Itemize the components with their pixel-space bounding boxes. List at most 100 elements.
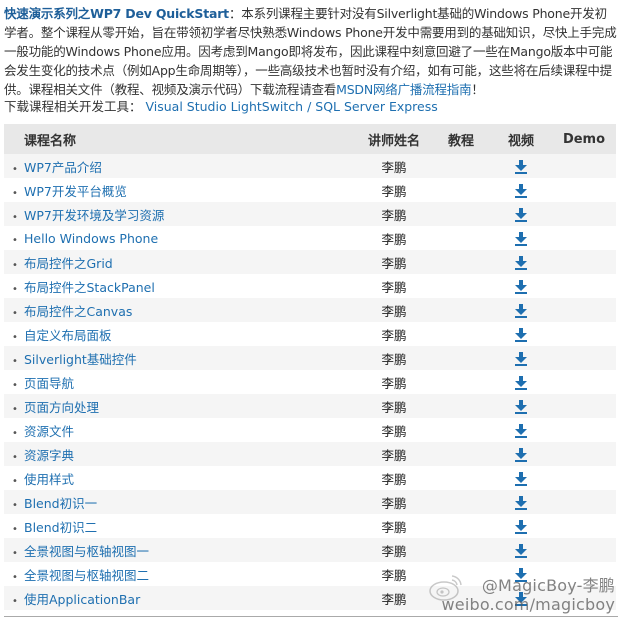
bullet-icon: • <box>12 307 18 319</box>
course-link[interactable]: WP7产品介绍 <box>24 160 102 175</box>
video-cell <box>490 154 552 178</box>
video-download-button[interactable] <box>515 518 527 534</box>
demo-cell <box>552 418 616 442</box>
course-name-cell: • Silverlight基础控件 <box>4 346 356 370</box>
header-tutorial: 教程 <box>447 133 474 149</box>
course-link[interactable]: 布局控件之Grid <box>24 256 113 271</box>
download-arrow-icon <box>515 327 527 342</box>
lecturer-cell: 李鹏 <box>381 543 407 559</box>
course-link[interactable]: 全景视图与枢轴视图二 <box>24 568 149 583</box>
course-name-cell: • 全景视图与枢轴视图一 <box>4 538 356 562</box>
lightswitch-link[interactable]: Visual Studio LightSwitch <box>146 99 304 114</box>
course-link[interactable]: Silverlight基础控件 <box>24 352 137 367</box>
table-row: • WP7开发环境及学习资源 李鹏 <box>4 202 616 226</box>
sql-server-express-link[interactable]: SQL Server Express <box>315 99 438 114</box>
bullet-icon: • <box>12 283 18 295</box>
tutorial-cell <box>432 298 490 322</box>
tutorial-cell <box>432 442 490 466</box>
table-row: • Blend初识二 李鹏 <box>4 514 616 538</box>
tutorial-cell <box>432 346 490 370</box>
bullet-icon: • <box>12 547 18 559</box>
header-course-name: 课程名称 <box>24 133 77 149</box>
course-link[interactable]: WP7开发环境及学习资源 <box>24 208 164 223</box>
dev-tools-label: 下载课程相关开发工具： <box>4 99 142 114</box>
video-cell <box>490 466 552 490</box>
bullet-icon: • <box>12 259 18 271</box>
course-link[interactable]: 使用样式 <box>24 472 74 487</box>
course-link[interactable]: 全景视图与枢轴视图一 <box>24 544 149 559</box>
demo-cell <box>552 346 616 370</box>
course-link[interactable]: Blend初识二 <box>24 520 97 535</box>
course-link[interactable]: 布局控件之Canvas <box>24 304 132 319</box>
course-link[interactable]: 布局控件之StackPanel <box>24 280 155 295</box>
video-download-button[interactable] <box>515 254 527 270</box>
lecturer-cell: 李鹏 <box>381 447 407 463</box>
course-link[interactable]: 页面导航 <box>24 376 74 391</box>
table-row: • 资源文件 李鹏 <box>4 418 616 442</box>
tutorial-cell <box>432 514 490 538</box>
video-download-button[interactable] <box>515 326 527 342</box>
table-row: • 自定义布局面板 李鹏 <box>4 322 616 346</box>
table-row: • 资源字典 李鹏 <box>4 442 616 466</box>
demo-cell <box>552 370 616 394</box>
video-cell <box>490 442 552 466</box>
table-row: • Silverlight基础控件 李鹏 <box>4 346 616 370</box>
download-arrow-icon <box>515 543 527 558</box>
video-download-button[interactable] <box>515 398 527 414</box>
video-download-button[interactable] <box>515 206 527 222</box>
video-download-button[interactable] <box>515 230 527 246</box>
intro-end-mark: ！ <box>471 82 484 97</box>
lecturer-cell: 李鹏 <box>381 303 407 319</box>
demo-cell <box>552 538 616 562</box>
lecturer-cell: 李鹏 <box>381 567 407 583</box>
header-demo: Demo <box>562 131 606 147</box>
video-download-button[interactable] <box>515 302 527 318</box>
course-link[interactable]: WP7开发平台概览 <box>24 184 127 199</box>
dev-tools-line: 下载课程相关开发工具： Visual Studio LightSwitch / … <box>4 96 438 115</box>
tutorial-cell <box>432 418 490 442</box>
video-download-button[interactable] <box>515 470 527 486</box>
course-link[interactable]: 资源文件 <box>24 424 74 439</box>
video-download-button[interactable] <box>515 542 527 558</box>
msdn-guide-link[interactable]: MSDN网络广播流程指南 <box>336 82 471 97</box>
watermark-url: weibo.com/magicboy <box>441 595 615 614</box>
course-link[interactable]: Blend初识一 <box>24 496 97 511</box>
video-download-button[interactable] <box>515 494 527 510</box>
video-download-button[interactable] <box>515 158 527 174</box>
course-link[interactable]: 自定义布局面板 <box>24 328 112 343</box>
bullet-icon: • <box>12 187 18 199</box>
tutorial-cell <box>432 274 490 298</box>
video-cell <box>490 250 552 274</box>
lecturer-cell: 李鹏 <box>381 207 407 223</box>
lecturer-cell: 李鹏 <box>381 327 407 343</box>
bullet-icon: • <box>12 355 18 367</box>
bottom-divider <box>4 616 618 617</box>
video-cell <box>490 202 552 226</box>
course-name-cell: • 页面导航 <box>4 370 356 394</box>
video-download-button[interactable] <box>515 350 527 366</box>
demo-cell <box>552 202 616 226</box>
course-table: 课程名称 讲师姓名 教程 视频 Demo • WP7产品介绍李鹏 • WP7开发平台概… <box>4 124 616 610</box>
course-name-cell: • 布局控件之Canvas <box>4 298 356 322</box>
video-download-button[interactable] <box>515 374 527 390</box>
table-header-row: 课程名称 讲师姓名 教程 视频 Demo <box>4 124 616 154</box>
course-link[interactable]: 页面方向处理 <box>24 400 99 415</box>
course-link[interactable]: 资源字典 <box>24 448 74 463</box>
course-link[interactable]: 使用ApplicationBar <box>24 592 140 607</box>
video-download-button[interactable] <box>515 446 527 462</box>
table-row: • 布局控件之StackPanel 李鹏 <box>4 274 616 298</box>
video-download-button[interactable] <box>515 278 527 294</box>
bullet-icon: • <box>12 211 18 223</box>
bullet-icon: • <box>12 403 18 415</box>
course-name-cell: • 全景视图与枢轴视图二 <box>4 562 356 586</box>
demo-cell <box>552 154 616 178</box>
video-cell <box>490 178 552 202</box>
course-link[interactable]: Hello Windows Phone <box>24 231 158 246</box>
video-cell <box>490 346 552 370</box>
video-download-button[interactable] <box>515 422 527 438</box>
lecturer-cell: 李鹏 <box>381 495 407 511</box>
lecturer-cell: 李鹏 <box>381 375 407 391</box>
video-download-button[interactable] <box>515 182 527 198</box>
watermark-handle: @MagicBoy-李鹏 <box>481 576 615 595</box>
download-arrow-icon <box>515 351 527 366</box>
